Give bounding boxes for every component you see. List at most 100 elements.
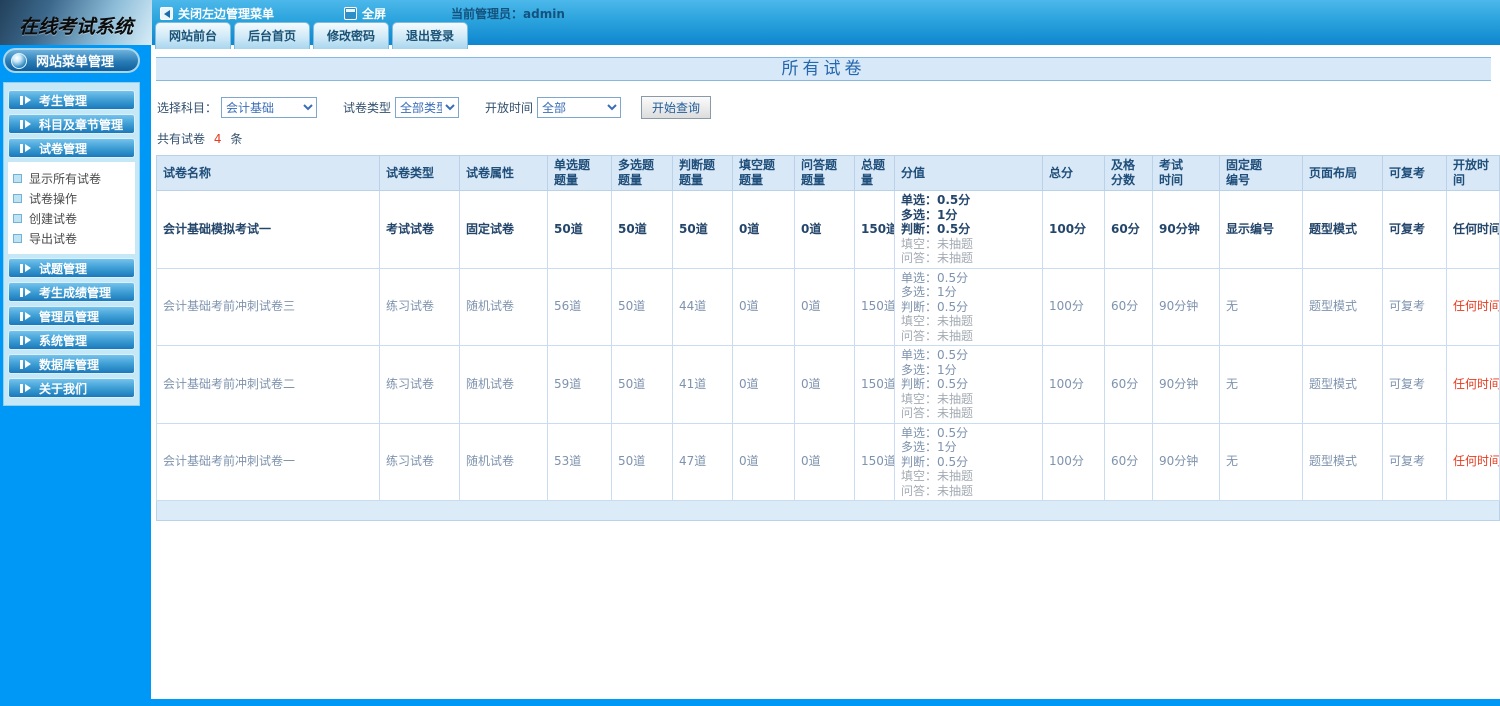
blank-count-cell: 0道 — [732, 422, 795, 501]
app-logo: 在线考试系统 — [0, 0, 152, 45]
top-tab[interactable]: 修改密码 — [313, 22, 390, 49]
paper-type-cell: 练习试卷 — [379, 422, 460, 501]
current-admin-label: 当前管理员：admin — [451, 7, 565, 21]
top-tab[interactable]: 网站前台 — [155, 22, 232, 49]
judge-count-cell: 44道 — [672, 267, 733, 346]
multi-choice-count-cell: 50道 — [611, 267, 673, 346]
total-count-cell: 150道 — [854, 345, 895, 424]
multi-choice-count-cell: 50道 — [611, 190, 673, 269]
menu-arrow-icon — [20, 143, 31, 153]
top-tab[interactable]: 退出登录 — [392, 22, 469, 49]
sidebar-subitem[interactable]: 创建试卷 — [13, 208, 135, 228]
sidebar-item[interactable]: 科目及章节管理 — [8, 114, 135, 134]
sidebar-subitem[interactable]: 导出试卷 — [13, 228, 135, 248]
fullscreen-label: 全屏 — [362, 7, 387, 21]
sidebar-subitem[interactable]: 试卷操作 — [13, 188, 135, 208]
total-count-cell: 150道 — [854, 422, 895, 501]
result-count: 共有试卷 4 条 — [157, 130, 1500, 147]
paper-name-cell[interactable]: 会计基础考前冲刺试卷一 — [156, 422, 380, 501]
fullscreen-link[interactable]: 全屏 — [344, 5, 386, 22]
total-score-cell: 100分 — [1042, 345, 1105, 424]
open-time-select[interactable]: 全部 — [537, 97, 622, 118]
sidebar-item[interactable]: 管理员管理 — [8, 306, 135, 326]
pass-score-cell: 60分 — [1104, 345, 1153, 424]
sidebar-item[interactable]: 关于我们 — [8, 378, 135, 398]
open-time-cell: 任何时间 — [1446, 345, 1500, 424]
paper-type-cell: 考试试卷 — [379, 190, 460, 269]
paper-attr-cell: 随机试卷 — [459, 345, 548, 424]
fixed-number-cell: 无 — [1219, 267, 1303, 346]
top-links: 关闭左边管理菜单 全屏 当前管理员：admin — [160, 5, 565, 22]
table-row: 会计基础考前冲刺试卷三 练习试卷 随机试卷 56道 50道 44道 0道 0道 … — [156, 267, 1500, 346]
sidebar-item[interactable]: 数据库管理 — [8, 354, 135, 374]
sidebar-item[interactable]: 试题管理 — [8, 258, 135, 278]
collapse-menu-label: 关闭左边管理菜单 — [178, 7, 275, 21]
sidebar-item[interactable]: 考生成绩管理 — [8, 282, 135, 302]
sidebar-item-label: 管理员管理 — [39, 309, 100, 324]
sidebar: 网站菜单管理 考生管理 科目及章节管理 试卷管理 显示所有试卷 试卷操作 创建试卷 导出试卷… — [0, 45, 151, 706]
qa-count-cell: 0道 — [794, 190, 855, 269]
column-header: 试卷名称 — [156, 155, 380, 191]
collapse-left-icon — [160, 7, 173, 20]
result-count-suffix: 条 — [230, 132, 243, 146]
subject-select[interactable]: 会计基础 — [221, 97, 318, 118]
column-header: 固定题 编号 — [1219, 155, 1303, 191]
total-score-cell: 100分 — [1042, 422, 1105, 501]
table-footer-cell — [156, 500, 1500, 521]
top-tabs: 网站前台 后台首页 修改密码 退出登录 — [155, 22, 469, 49]
sidebar-item-label: 考生管理 — [39, 93, 88, 108]
sidebar-item[interactable]: 试卷管理 — [8, 138, 135, 158]
top-tab[interactable]: 后台首页 — [234, 22, 311, 49]
duration-cell: 90分钟 — [1152, 190, 1220, 269]
time-filter-label: 开放时间 — [485, 101, 534, 115]
column-header: 考试 时间 — [1152, 155, 1220, 191]
paper-name-cell[interactable]: 会计基础考前冲刺试卷二 — [156, 345, 380, 424]
column-header: 分值 — [894, 155, 1043, 191]
single-choice-count-cell: 53道 — [547, 422, 612, 501]
sidebar-subitem-label: 导出试卷 — [29, 231, 78, 246]
multi-choice-count-cell: 50道 — [611, 422, 673, 501]
menu-arrow-icon — [20, 263, 31, 273]
table-row: 会计基础模拟考试一 考试试卷 固定试卷 50道 50道 50道 0道 0道 15… — [156, 190, 1500, 269]
column-header: 可复考 — [1382, 155, 1447, 191]
column-header: 试卷类型 — [379, 155, 460, 191]
menu-arrow-icon — [20, 95, 31, 105]
sidebar-subitem-label: 试卷操作 — [29, 191, 78, 206]
sidebar-item[interactable]: 系统管理 — [8, 330, 135, 350]
paper-name-cell[interactable]: 会计基础模拟考试一 — [156, 190, 380, 269]
sidebar-item[interactable]: 考生管理 — [8, 90, 135, 110]
fixed-number-cell: 显示编号 — [1219, 190, 1303, 269]
fixed-number-cell: 无 — [1219, 345, 1303, 424]
column-header: 总题量 — [854, 155, 895, 191]
menu-arrow-icon — [20, 383, 31, 393]
qa-count-cell: 0道 — [794, 422, 855, 501]
fixed-number-cell: 无 — [1219, 422, 1303, 501]
single-choice-count-cell: 59道 — [547, 345, 612, 424]
sidebar-item-label: 数据库管理 — [39, 357, 100, 372]
sidebar-menu: 考生管理科目及章节管理 试卷管理显示所有试卷试卷操作创建试卷导出试卷试题管理考生成… — [3, 82, 140, 406]
subject-filter-label: 选择科目： — [157, 101, 218, 115]
sidebar-submenu: 显示所有试卷试卷操作创建试卷导出试卷 — [8, 162, 135, 254]
judge-count-cell: 41道 — [672, 345, 733, 424]
sidebar-item-label: 试题管理 — [39, 261, 88, 276]
query-button[interactable]: 开始查询 — [641, 96, 712, 119]
type-filter-label: 试卷类型 — [343, 101, 392, 115]
layout: 网站菜单管理 考生管理 科目及章节管理 试卷管理 显示所有试卷 试卷操作 创建试卷 导出试卷… — [0, 45, 1500, 706]
paper-attr-cell: 随机试卷 — [459, 422, 548, 501]
paper-name-cell[interactable]: 会计基础考前冲刺试卷三 — [156, 267, 380, 346]
sidebar-subitem-label: 创建试卷 — [29, 211, 78, 226]
qa-count-cell: 0道 — [794, 267, 855, 346]
sidebar-subitem[interactable]: 显示所有试卷 — [13, 168, 135, 188]
judge-count-cell: 50道 — [672, 190, 733, 269]
column-header: 判断题 题量 — [672, 155, 733, 191]
duration-cell: 90分钟 — [1152, 345, 1220, 424]
duration-cell: 90分钟 — [1152, 422, 1220, 501]
total-count-cell: 150道 — [854, 190, 895, 269]
menu-arrow-icon — [20, 335, 31, 345]
pass-score-cell: 60分 — [1104, 267, 1153, 346]
paper-type-select[interactable]: 全部类型 — [395, 97, 460, 118]
sidebar-item-label: 考生成绩管理 — [39, 285, 112, 300]
collapse-menu-link[interactable]: 关闭左边管理菜单 — [160, 5, 274, 22]
duration-cell: 90分钟 — [1152, 267, 1220, 346]
submenu-square-icon — [13, 173, 22, 183]
